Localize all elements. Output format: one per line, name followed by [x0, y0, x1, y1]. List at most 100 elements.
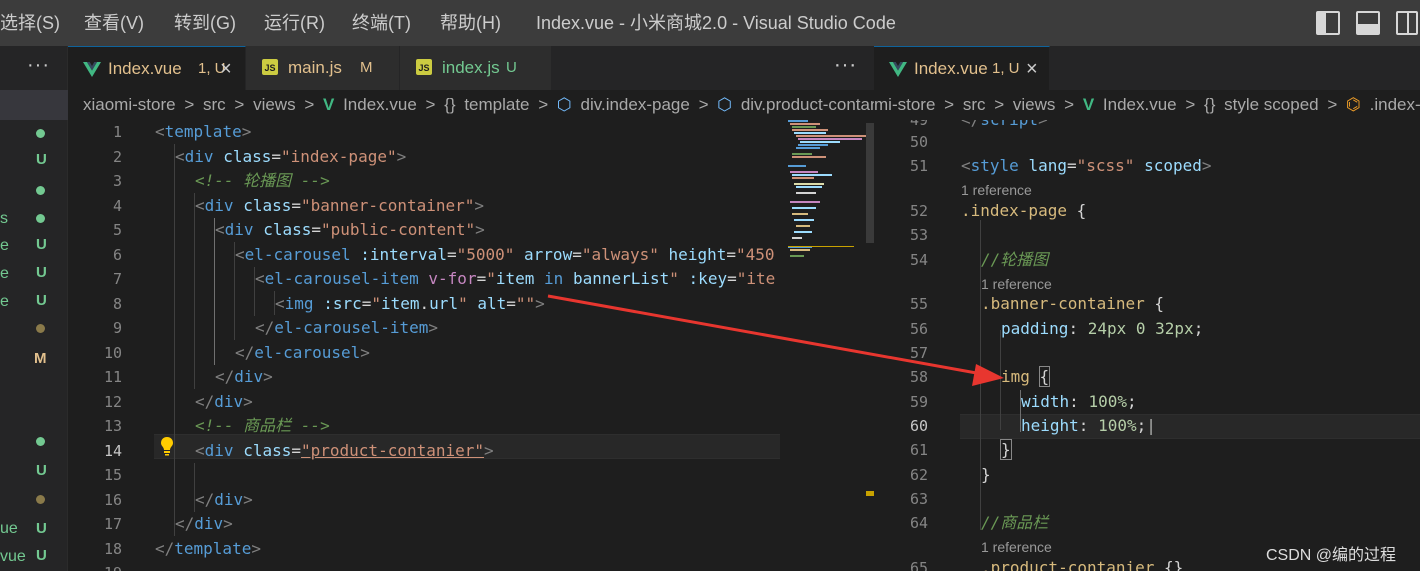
csdn-watermark: CSDN @编的过程 [1266, 547, 1397, 564]
breadcrumb-item[interactable]: xiaomi-store [83, 95, 176, 114]
line-number: 55 [909, 295, 928, 313]
code-line: <!-- 商品栏 --> [195, 416, 330, 435]
code-line: <template> [155, 122, 252, 141]
breadcrumb-item[interactable]: div.index-page [581, 95, 690, 114]
code-line: <div class="banner-container"> [195, 195, 485, 215]
file-name-fragment[interactable]: vue [0, 548, 30, 566]
title-bar: 选择(S) 查看(V) 转到(G) 运行(R) 终端(T) 帮助(H) Inde… [0, 0, 1420, 46]
breadcrumb-item[interactable]: views [1013, 95, 1056, 114]
menu-go[interactable]: 转到(G) [174, 0, 236, 46]
status-dot-icon [36, 186, 45, 195]
vue-file-icon: V [323, 95, 335, 114]
code-line: <div class="index-page"> [175, 146, 407, 166]
code-line: <div class="public-content"> [215, 220, 485, 239]
untracked-badge: U [36, 520, 47, 537]
more-actions-icon[interactable]: ··· [834, 54, 857, 77]
untracked-badge: U [36, 547, 47, 564]
file-name-fragment[interactable]: e [0, 237, 16, 255]
code-editor-right[interactable]: 49 50 51 52 53 54 55 56 57 58 59 60 61 6… [874, 120, 1420, 571]
status-dot-icon [36, 129, 45, 138]
breadcrumb-item[interactable]: src [203, 95, 226, 114]
line-number: 8 [112, 294, 122, 313]
code-line: <div class="product-contanier"> [195, 440, 494, 460]
line-number: 10 [103, 343, 122, 362]
breadcrumb-item[interactable]: views [253, 95, 296, 114]
tab-main-js[interactable]: JS main.js M [246, 46, 400, 90]
braces-icon: {} [1204, 95, 1216, 114]
js-file-icon: JS [262, 59, 278, 75]
editor-tabs-right: Index.vue 1, U × [874, 46, 1420, 90]
breadcrumb-item[interactable]: mi-store [874, 95, 935, 114]
line-number: 13 [103, 417, 122, 435]
reference-codelens[interactable]: 1 reference [981, 276, 1052, 292]
file-name-fragment[interactable]: ue [0, 520, 18, 538]
tab-label: index.js [442, 58, 500, 77]
line-number: 53 [909, 226, 928, 244]
scrollbar-left[interactable] [866, 123, 874, 243]
file-name-fragment[interactable]: e [0, 293, 16, 311]
tab-index-js[interactable]: JS index.js U [400, 46, 552, 90]
file-name-fragment[interactable]: s [0, 210, 16, 228]
code-line: </div> [175, 514, 233, 533]
breadcrumb-item[interactable]: src [963, 95, 986, 114]
tab-index-vue-right[interactable]: Index.vue 1, U × [874, 46, 1050, 90]
code-line: .product-contanier {} [981, 558, 1184, 571]
close-icon[interactable]: × [220, 47, 232, 91]
breadcrumb-item[interactable]: div.product-contanier [741, 95, 874, 114]
tab-label: main.js [288, 58, 342, 77]
status-dot-icon [36, 437, 45, 446]
file-name-fragment[interactable]: e [0, 265, 16, 283]
line-number: 51 [909, 157, 928, 175]
reference-codelens[interactable]: 1 reference [961, 182, 1032, 198]
code-line: <el-carousel-item v-for="item in bannerL… [255, 269, 776, 288]
line-number: 2 [112, 147, 122, 166]
breadcrumb-separator: > [234, 95, 245, 114]
breadcrumb-item[interactable]: .index-page [1370, 95, 1420, 114]
untracked-badge: U [36, 292, 47, 309]
tab-index-vue[interactable]: Index.vue 1, U × [68, 46, 246, 90]
braces-icon: {} [444, 95, 456, 114]
minimap-left[interactable] [780, 120, 876, 571]
line-number: 12 [103, 392, 122, 411]
breadcrumb-separator: > [184, 95, 195, 114]
code-editor-left[interactable]: 1 2 3 4 5 6 7 8 9 10 11 12 13 14 15 16 1… [68, 120, 780, 571]
line-number: 5 [112, 221, 122, 239]
code-line: <style lang="scss" scoped> [961, 156, 1212, 175]
line-number: 61 [909, 441, 928, 459]
window-title: Index.vue - 小米商城2.0 - Visual Studio Code [536, 13, 896, 33]
cube-icon: ⬡ [717, 95, 733, 114]
explorer-selected-row[interactable] [0, 90, 68, 120]
close-icon[interactable]: × [1026, 47, 1038, 91]
code-line: .index-page { [961, 201, 1087, 220]
untracked-badge: U [36, 151, 47, 168]
breadcrumb-separator: > [1064, 95, 1075, 114]
breadcrumb-item[interactable]: Index.vue [343, 95, 417, 114]
scrollbar-marker [866, 491, 874, 496]
untracked-badge: U [36, 462, 47, 479]
menu-help[interactable]: 帮助(H) [440, 0, 501, 46]
code-line: <el-carousel :interval="5000" arrow="alw… [235, 244, 775, 264]
breadcrumb-item[interactable]: Index.vue [1103, 95, 1177, 114]
untracked-badge: U [36, 236, 47, 253]
vue-file-icon [889, 62, 907, 77]
menu-run[interactable]: 运行(R) [264, 0, 325, 46]
code-line: </el-carousel-item> [255, 318, 439, 337]
line-number: 19 [76, 561, 122, 571]
toggle-primary-sidebar-icon[interactable] [1316, 11, 1340, 35]
line-number: 59 [909, 393, 928, 411]
code-line: </div> [195, 489, 253, 509]
breadcrumb-item[interactable]: style scoped [1224, 95, 1319, 114]
menu-selection[interactable]: 选择(S) [0, 0, 60, 46]
js-file-icon: JS [416, 59, 432, 75]
untracked-badge: U [36, 264, 47, 281]
lightbulb-icon[interactable] [159, 436, 175, 456]
menu-view[interactable]: 查看(V) [84, 0, 144, 46]
explorer-more-icon[interactable]: ··· [27, 54, 50, 77]
line-number: 52 [909, 202, 928, 220]
reference-codelens[interactable]: 1 reference [981, 539, 1052, 555]
toggle-secondary-sidebar-icon[interactable] [1396, 11, 1418, 35]
breadcrumb-item[interactable]: template [464, 95, 529, 114]
menu-terminal[interactable]: 终端(T) [352, 0, 411, 46]
cube-icon: ⬡ [556, 95, 572, 114]
toggle-panel-icon[interactable] [1356, 11, 1380, 35]
